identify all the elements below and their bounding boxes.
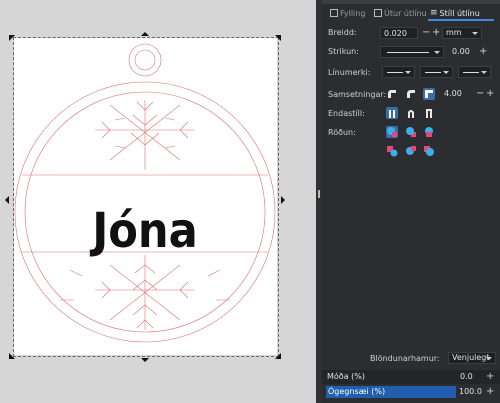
start-marker-select[interactable] (382, 66, 415, 78)
unit-select-value: mm (446, 28, 462, 37)
marker-line-icon (387, 72, 403, 73)
width-decrement-button[interactable]: − (422, 27, 430, 39)
tab-stroke-style[interactable]: ≡ Stíll útlínu (430, 6, 480, 20)
chevron-down-icon (443, 71, 449, 74)
opacity-increment-button[interactable]: + (486, 386, 494, 398)
join-bevel-button[interactable] (386, 88, 398, 100)
blend-mode-select[interactable]: Venjulegt (448, 352, 496, 364)
tab-fill-label: Fylling (340, 8, 366, 18)
miter-join-icon (425, 90, 433, 98)
width-label: Breidd: (328, 28, 357, 37)
dashes-label: Strikun: (328, 47, 359, 56)
dash-offset-input[interactable]: 0.00 (449, 46, 475, 58)
handle-top-left[interactable] (9, 35, 15, 41)
marker-line-icon (425, 72, 441, 73)
square-cap-icon (426, 109, 432, 118)
order-stroke-markers-fill-button[interactable] (405, 145, 417, 157)
handle-top-right[interactable] (275, 35, 281, 41)
blend-mode-value: Venjulegt (452, 353, 490, 362)
join-round-button[interactable] (405, 88, 417, 100)
solid-line-icon (387, 52, 429, 53)
blend-mode-label: Blöndunarhamur: (370, 354, 440, 363)
mid-marker-select[interactable] (420, 66, 453, 78)
order-stroke-fill-markers-button[interactable] (405, 126, 417, 138)
markers-label: Línumerki: (328, 68, 371, 77)
handle-bottom[interactable] (141, 358, 149, 362)
tab-stroke-style-label: Stíll útlínu (439, 8, 480, 18)
order-fill-markers-stroke-button[interactable] (423, 126, 435, 138)
width-increment-button[interactable]: + (432, 27, 440, 39)
active-tab-indicator (428, 19, 494, 21)
chevron-down-icon (481, 71, 487, 74)
round-cap-icon (408, 110, 414, 118)
blur-value[interactable]: 0.0 (460, 372, 473, 381)
order-fill-stroke-markers-button[interactable] (386, 126, 398, 138)
chevron-down-icon (405, 71, 411, 74)
ornament-loop-outer (128, 43, 162, 77)
opacity-label: Ógegnsæi (%) (328, 387, 386, 396)
chevron-down-icon (434, 51, 440, 54)
ornament-name-text[interactable]: Jóna (89, 203, 198, 259)
unit-select[interactable]: mm (442, 27, 482, 39)
divider-grip-icon[interactable] (318, 190, 320, 198)
paint-order-icon (387, 127, 397, 137)
blend-mode-row: Blöndunarhamur: Venjulegt (322, 352, 500, 366)
chevron-down-icon (486, 357, 492, 360)
order-label: Röðun: (328, 128, 356, 137)
opacity-row[interactable]: Ógegnsæi (%) 100.0 + (322, 385, 500, 399)
marker-line-icon (463, 72, 479, 73)
blur-increment-button[interactable]: + (486, 371, 494, 383)
ornament-drawing[interactable]: Jóna (0, 0, 316, 403)
join-miter-button[interactable] (423, 88, 435, 100)
ornament-loop-inner (134, 49, 156, 71)
fill-tab-icon (330, 9, 338, 17)
tab-stroke-paint-label: Útur útlínu (384, 8, 427, 18)
snowflake-top-icon (95, 100, 195, 170)
handle-top[interactable] (141, 32, 149, 36)
snowflake-bottom-icon (60, 255, 230, 330)
width-input[interactable]: 0.020 (380, 27, 418, 39)
opacity-value[interactable]: 100.0 (459, 387, 482, 396)
cap-round-button[interactable] (405, 107, 417, 119)
fill-stroke-panel: Fylling Útur útlínu ≡ Stíll útlínu Breid… (322, 0, 500, 403)
paint-order-icon (406, 127, 416, 137)
dash-offset-increment-button[interactable]: + (479, 46, 487, 58)
paint-order-icon (425, 127, 433, 137)
miter-increment-button[interactable]: + (486, 88, 494, 100)
stroke-paint-tab-icon (374, 9, 382, 17)
miter-decrement-button[interactable]: − (476, 88, 484, 100)
cap-butt-button[interactable] (386, 107, 398, 119)
paint-order-icon (424, 146, 434, 156)
handle-bottom-left[interactable] (9, 353, 15, 359)
butt-cap-icon (389, 110, 395, 118)
cap-square-button[interactable] (423, 107, 435, 119)
blur-label: Móða (%) (327, 372, 365, 381)
paint-order-icon (387, 146, 398, 157)
bevel-join-icon (388, 90, 396, 98)
join-label: Samsetningar: (328, 90, 387, 99)
blur-row[interactable]: Móða (%) 0.0 + (322, 370, 500, 384)
tab-stroke-paint[interactable]: Útur útlínu (374, 6, 427, 20)
stroke-style-tab-icon: ≡ (430, 8, 438, 18)
canvas-area[interactable]: Jóna (0, 0, 316, 403)
chevron-down-icon (472, 32, 478, 35)
paint-order-icon (406, 146, 416, 155)
cap-label: Endastíll: (328, 109, 365, 118)
handle-bottom-right[interactable] (275, 353, 281, 359)
order-markers-stroke-fill-button[interactable] (423, 145, 435, 157)
handle-right[interactable] (281, 196, 285, 204)
dash-pattern-select[interactable] (380, 46, 444, 58)
round-join-icon (407, 90, 415, 98)
panel-top-strip (322, 0, 500, 4)
handle-left[interactable] (5, 196, 9, 204)
tab-fill[interactable]: Fylling (330, 6, 365, 20)
end-marker-select[interactable] (458, 66, 491, 78)
order-markers-fill-stroke-button[interactable] (386, 145, 398, 157)
miter-limit-input[interactable]: 4.00 (441, 88, 471, 100)
